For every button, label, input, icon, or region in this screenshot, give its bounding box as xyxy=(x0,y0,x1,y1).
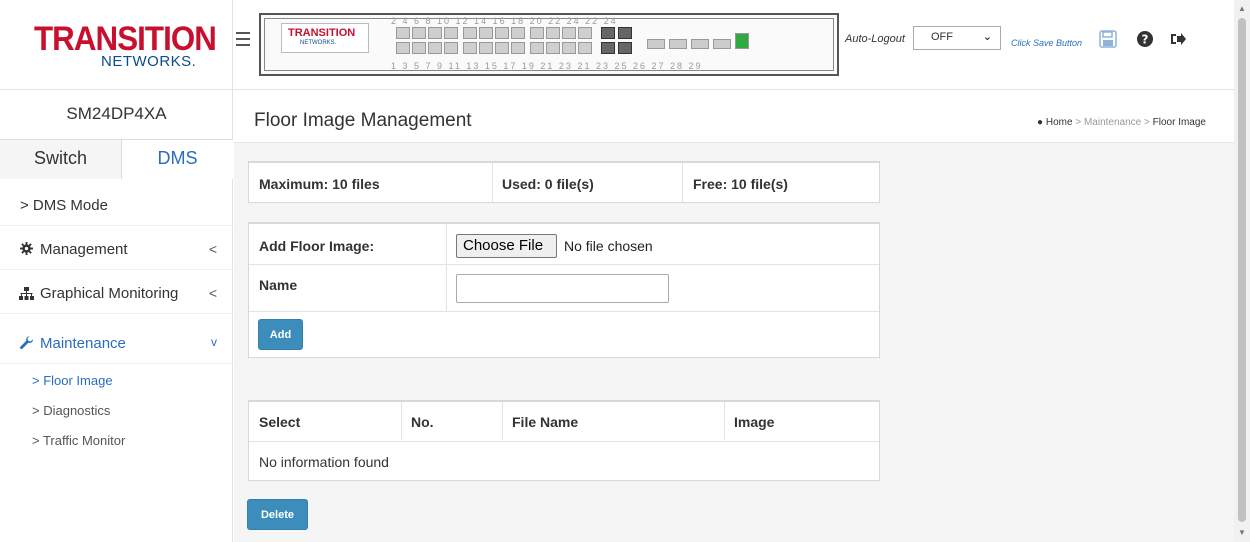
table-empty-row: No information found xyxy=(259,454,389,470)
chevron-left-icon: < xyxy=(208,285,217,301)
breadcrumb-sep: > xyxy=(1144,117,1150,128)
choose-file-button[interactable]: Choose File xyxy=(456,234,557,258)
breadcrumb-home[interactable]: Home xyxy=(1046,117,1073,128)
gear-icon xyxy=(20,242,33,259)
panel-logo-name: TRANSITION xyxy=(288,27,356,39)
port-group-3[interactable] xyxy=(530,27,592,59)
breadcrumb-section[interactable]: Maintenance xyxy=(1084,117,1141,128)
breadcrumb-current: Floor Image xyxy=(1152,117,1206,128)
port-numbers-top: 2 4 6 8 10 12 14 16 18 20 22 24 22 24 xyxy=(391,16,618,26)
breadcrumb-sep: > xyxy=(1075,117,1082,128)
svg-text:?: ? xyxy=(1142,33,1149,47)
page-scrollbar[interactable]: ▲ ▼ xyxy=(1234,0,1250,542)
autologout-select[interactable]: OFF ⌄ xyxy=(913,26,1001,50)
sidebar-subitem-floor-image[interactable]: > Floor Image xyxy=(32,373,113,388)
stat-free: Free: 10 file(s) xyxy=(693,176,788,192)
chevron-left-icon: < xyxy=(208,241,217,257)
port-group-2[interactable] xyxy=(463,27,525,59)
scrollbar-thumb[interactable] xyxy=(1238,18,1246,522)
brand-sub: NETWORKS. xyxy=(101,53,197,70)
table-header-image: Image xyxy=(734,414,775,430)
port-group-1[interactable] xyxy=(396,27,458,59)
save-icon[interactable] xyxy=(1099,30,1119,50)
home-icon: ● xyxy=(1037,117,1044,128)
add-floor-image-form: Add Floor Image: Choose File No file cho… xyxy=(248,222,880,358)
brand-logo[interactable]: TRANSITION NETWORKS. xyxy=(0,0,233,90)
sidebar-subitem-traffic-monitor[interactable]: > Traffic Monitor xyxy=(32,433,125,448)
tab-switch[interactable]: Switch xyxy=(0,140,122,179)
sidebar-item-label: Graphical Monitoring xyxy=(40,285,179,302)
stat-used: Used: 0 file(s) xyxy=(502,176,594,192)
stat-maximum: Maximum: 10 files xyxy=(259,176,380,192)
page-title: Floor Image Management xyxy=(254,110,472,131)
switch-front-panel: TRANSITION NETWORKS. 2 4 6 8 10 12 14 16… xyxy=(259,13,839,76)
add-floor-image-label: Add Floor Image: xyxy=(259,238,375,254)
add-button[interactable]: Add xyxy=(258,319,303,350)
title-bar: Floor Image Management ● Home > Maintena… xyxy=(234,91,1234,143)
sfp-ports[interactable] xyxy=(601,27,632,59)
sidebar-item-management[interactable]: Management < xyxy=(0,230,233,270)
floor-image-table: Select No. File Name Image No informatio… xyxy=(248,400,880,481)
device-name: SM24DP4XA xyxy=(66,104,167,123)
delete-button[interactable]: Delete xyxy=(247,499,308,530)
table-header-no: No. xyxy=(411,414,434,430)
sidebar-tabs: Switch DMS xyxy=(0,139,233,179)
sidebar-subitem-diagnostics[interactable]: > Diagnostics xyxy=(32,403,110,418)
sidebar-item-label: Maintenance xyxy=(40,335,126,352)
panel-logo: TRANSITION NETWORKS. xyxy=(281,23,369,53)
main-content: Floor Image Management ● Home > Maintena… xyxy=(234,91,1234,542)
port-numbers-bottom: 1 3 5 7 9 11 13 15 17 19 21 23 21 23 25 … xyxy=(391,61,703,71)
autologout-value: OFF xyxy=(931,31,953,43)
panel-logo-sub: NETWORKS. xyxy=(300,40,337,46)
sidebar-item-dms-mode[interactable]: > DMS Mode xyxy=(0,186,233,226)
scroll-down-icon[interactable]: ▼ xyxy=(1238,528,1246,537)
name-input[interactable] xyxy=(456,274,669,303)
sitemap-icon xyxy=(19,287,34,304)
sidebar-item-label: Management xyxy=(40,241,128,258)
chevron-down-icon: ⌄ xyxy=(982,31,992,43)
port-array xyxy=(396,27,749,59)
tab-dms[interactable]: DMS xyxy=(122,140,233,179)
help-icon[interactable]: ? xyxy=(1136,30,1156,50)
save-hint: Click Save Button xyxy=(1011,38,1083,48)
chevron-down-icon: v xyxy=(211,335,217,349)
sidebar: SM24DP4XA Switch DMS > DMS Mode Manageme… xyxy=(0,90,233,542)
uplink-ports[interactable] xyxy=(647,33,749,59)
no-file-text: No file chosen xyxy=(564,238,653,254)
table-header-select: Select xyxy=(259,414,301,430)
autologout-label: Auto-Logout xyxy=(845,33,905,45)
stats-table: Maximum: 10 files Used: 0 file(s) Free: … xyxy=(248,161,880,203)
name-label: Name xyxy=(259,277,298,293)
sidebar-item-maintenance[interactable]: Maintenance v xyxy=(0,324,233,364)
wrench-icon xyxy=(19,336,34,355)
sidebar-item-graphical-monitoring[interactable]: Graphical Monitoring < xyxy=(0,274,233,314)
menu-toggle-icon[interactable] xyxy=(236,32,250,46)
scroll-up-icon[interactable]: ▲ xyxy=(1238,4,1246,13)
sidebar-item-label: > DMS Mode xyxy=(20,197,108,214)
header: TRANSITION NETWORKS. TRANSITION NETWORKS… xyxy=(0,0,1234,90)
table-header-file-name: File Name xyxy=(512,414,579,430)
logout-icon[interactable] xyxy=(1169,30,1189,50)
breadcrumb: ● Home > Maintenance > Floor Image xyxy=(1037,117,1206,128)
